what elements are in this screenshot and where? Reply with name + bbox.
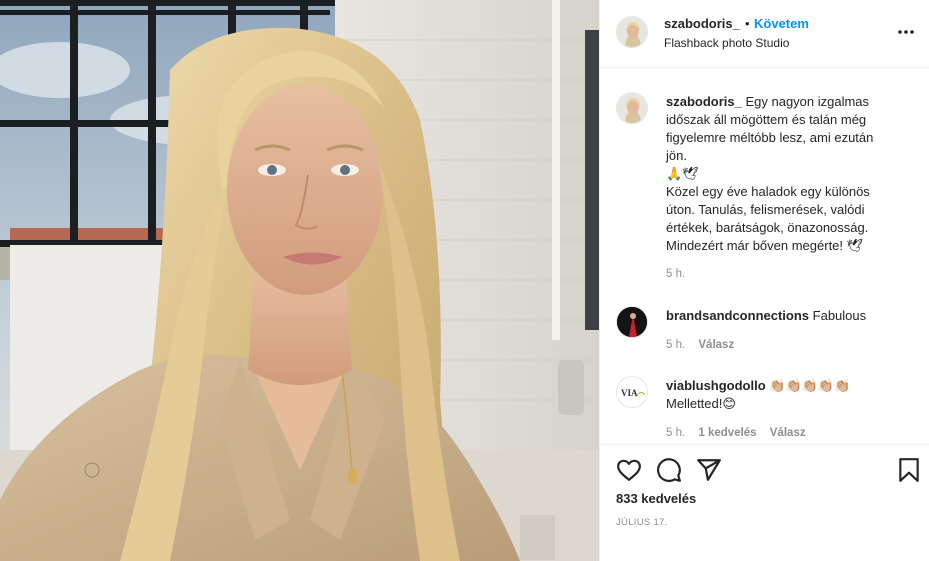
bookmark-icon[interactable] (896, 457, 922, 483)
reply-button[interactable]: Válasz (770, 427, 806, 439)
comments-list: szabodoris_ Egy nagyon izgalmas időszak … (600, 68, 929, 444)
author-avatar[interactable] (616, 16, 648, 48)
comment-username[interactable]: viablushgodollo (666, 378, 766, 393)
caption-line: értékek, barátságok, önazonosság. (666, 220, 869, 235)
comment-time[interactable]: 5 h. (666, 427, 685, 439)
post-actions: 833 kedvelés július 17. (600, 444, 929, 561)
comment-icon[interactable] (656, 457, 682, 483)
author-username[interactable]: szabodoris_ (664, 16, 740, 31)
post-date[interactable]: július 17. (616, 517, 668, 528)
comment-meta: 5 h. Válasz (666, 339, 744, 351)
comment-meta: 5 h. 1 kedvelés Válasz (666, 427, 816, 439)
caption-avatar-image (617, 93, 647, 123)
caption-meta: 5 h. (666, 268, 695, 280)
instagram-post: szabodoris_ • Követem Flashback photo St… (0, 0, 929, 561)
post-header: szabodoris_ • Követem Flashback photo St… (600, 0, 929, 68)
caption-emoji-line: 🙏🕊 (666, 166, 699, 181)
comment-likes[interactable]: 1 kedvelés (698, 427, 756, 439)
comment-text: brandsandconnections Fabulous (666, 307, 902, 325)
portrait-photo-illustration (0, 0, 599, 561)
author-avatar-image (617, 17, 647, 47)
reply-button[interactable]: Válasz (698, 339, 734, 351)
comment-message-line: Melletted!😊 (666, 396, 736, 411)
share-icon[interactable] (696, 457, 722, 483)
comment-message: Fabulous (809, 308, 867, 323)
caption-text: szabodoris_ Egy nagyon izgalmas időszak … (666, 93, 902, 255)
location-link[interactable]: Flashback photo Studio (664, 36, 789, 50)
more-horizontal-icon[interactable] (896, 22, 916, 42)
caption-line: Mindezért már bőven megérte! 🕊 (666, 238, 864, 253)
caption-line: Közel egy éve haladok egy különös (666, 184, 870, 199)
caption-line: időszak áll mögöttem és talán még (666, 112, 867, 127)
commenter-avatar[interactable]: VIA (616, 376, 648, 408)
separator-dot: • (745, 16, 750, 31)
caption-author-avatar[interactable] (616, 92, 648, 124)
avatar-logo-text: VIA (621, 388, 638, 398)
commenter-avatar[interactable] (616, 306, 648, 338)
comment-username[interactable]: brandsandconnections (666, 308, 809, 323)
caption-line: úton. Tanulás, felismerések, valódi (666, 202, 865, 217)
comment-message: 👏🏼👏🏼👏🏼👏🏼👏🏼 (765, 378, 851, 393)
commenter-avatar-image: VIA (617, 377, 647, 407)
post-side-panel: szabodoris_ • Követem Flashback photo St… (599, 0, 929, 561)
caption-username[interactable]: szabodoris_ (666, 94, 742, 109)
comment-time[interactable]: 5 h. (666, 339, 685, 351)
comment-text: viablushgodollo 👏🏼👏🏼👏🏼👏🏼👏🏼 Melletted!😊 (666, 377, 902, 413)
heart-icon[interactable] (616, 457, 642, 483)
commenter-avatar-image (617, 307, 647, 337)
caption-time[interactable]: 5 h. (666, 268, 685, 280)
follow-button[interactable]: Követem (754, 16, 809, 31)
like-count[interactable]: 833 kedvelés (616, 491, 696, 506)
post-photo[interactable] (0, 0, 599, 561)
caption-line: Egy nagyon izgalmas (741, 94, 870, 109)
caption-line: jön. (666, 148, 687, 163)
caption-line: figyelemre méltóbb lesz, ami ezután (666, 130, 874, 145)
